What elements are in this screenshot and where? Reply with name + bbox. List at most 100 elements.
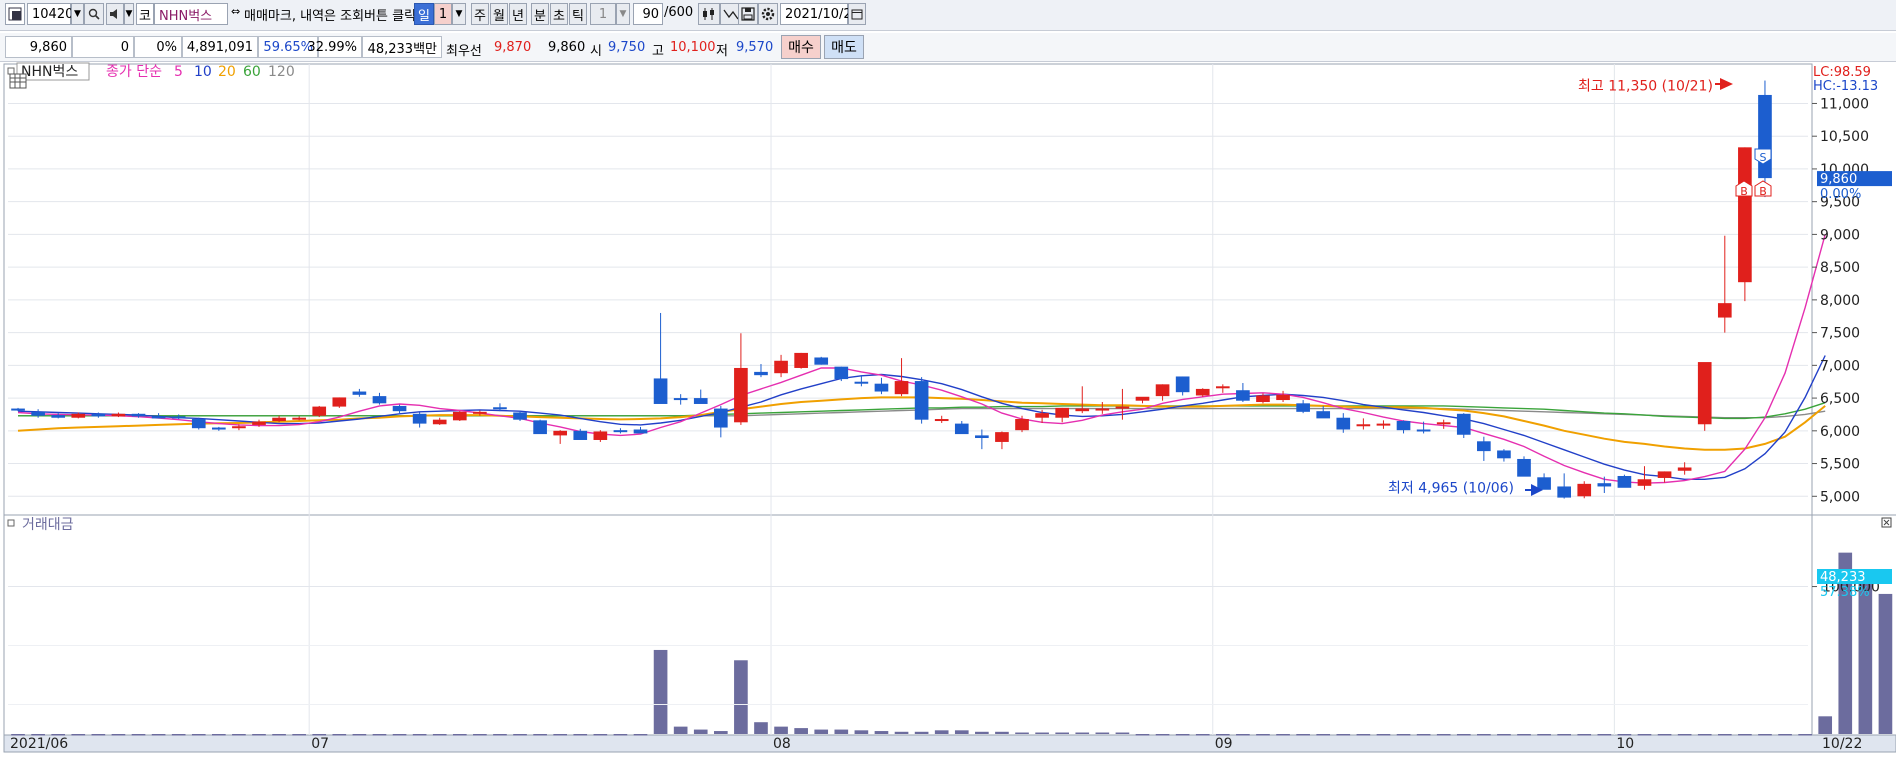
volume-bars — [11, 552, 1893, 736]
current-price-tag: 9,860 0.00% — [1817, 171, 1892, 202]
volume-bar — [734, 660, 748, 734]
volume-bar — [1537, 734, 1551, 736]
save-icon[interactable] — [738, 3, 758, 25]
candle-body — [252, 421, 266, 425]
candle-body — [673, 398, 688, 401]
candles — [11, 80, 1772, 499]
volume-bar — [794, 728, 808, 734]
y-tick-label: 7,500 — [1820, 326, 1860, 342]
volume-bar — [754, 722, 768, 734]
code-dropdown-icon[interactable]: ▼ — [71, 3, 84, 25]
period-minute-tab[interactable]: 분 — [531, 3, 549, 25]
legend-ma5: 5 — [174, 64, 183, 80]
mark-hint-text: 매매마크, 내역은 조회버튼 클릭 — [244, 9, 417, 24]
toolbar: 104200 ▼ ▼ 코 NHN벅스 ⇔ 매매마크, 내역은 조회버튼 클릭 일… — [0, 0, 1896, 31]
period-tick-tab[interactable]: 틱 — [569, 3, 587, 25]
candle-body — [91, 413, 106, 417]
period-dropdown-icon[interactable]: ▼ — [452, 3, 466, 25]
panel-close-icon[interactable] — [1881, 517, 1892, 528]
chart-menu-icon[interactable] — [5, 3, 25, 25]
volume-bar — [392, 734, 407, 736]
speaker-dropdown-icon[interactable]: ▼ — [124, 3, 134, 25]
volume-bar — [894, 731, 909, 734]
candle-body — [1256, 395, 1270, 403]
volume-bar — [1818, 716, 1833, 734]
legend-box-icon — [7, 67, 15, 75]
highest-price-annotation: 최고 11,350 (10/21) — [1578, 79, 1713, 95]
volume-bar — [1416, 734, 1431, 736]
candle-body — [553, 430, 568, 436]
range-input[interactable]: 90 — [633, 3, 663, 25]
buy-button[interactable]: 매수 — [781, 35, 821, 59]
period-week-tab[interactable]: 주 — [471, 3, 489, 25]
candle-body — [111, 413, 126, 417]
period-year-tab[interactable]: 년 — [509, 3, 527, 25]
stock-code-input[interactable]: 104200 — [27, 3, 82, 25]
low-label: 저 — [716, 44, 728, 59]
chart-area[interactable]: 11,000 10,500 10,000 9,500 9,000 8,500 8,000 7,… — [0, 62, 1896, 762]
gear-icon[interactable] — [758, 3, 778, 25]
candlestick-chart[interactable]: 11,00010,50010,0009,5009,0008,5008,0007,… — [0, 62, 1896, 762]
volume-bar — [1557, 734, 1571, 736]
y-tick-label: 5,000 — [1820, 489, 1860, 505]
candle-body — [954, 423, 969, 435]
volume-bar — [1497, 734, 1511, 736]
price-tag-percent: 0.00% — [1820, 187, 1861, 202]
volume-bar — [1577, 734, 1592, 736]
hc-value: HC:-13.13 — [1813, 79, 1878, 94]
search-icon[interactable] — [84, 3, 104, 25]
buy-marker-icon[interactable]: B B — [1735, 180, 1772, 198]
period-second-tab[interactable]: 초 — [550, 3, 568, 25]
period-month-tab[interactable]: 월 — [490, 3, 508, 25]
volume-bar — [713, 731, 728, 734]
candle-body — [653, 378, 668, 404]
candle-type-icon[interactable] — [698, 3, 720, 25]
volume-bar — [111, 734, 126, 736]
volume-bar — [452, 734, 467, 736]
candle-body — [1075, 408, 1090, 412]
volume-bar — [1517, 734, 1531, 736]
volume-bar — [1637, 734, 1652, 736]
candle-body — [171, 416, 186, 419]
stock-name-field[interactable]: NHN벅스 — [154, 3, 228, 25]
speaker-icon[interactable] — [106, 3, 124, 25]
volume-bar — [573, 734, 588, 736]
candle-body — [31, 411, 45, 416]
candle-body — [894, 381, 909, 395]
candle-body — [1175, 376, 1190, 393]
interval-dropdown-icon[interactable]: ▼ — [616, 3, 630, 25]
candle-body — [975, 435, 989, 439]
moving-averages — [17, 234, 1826, 484]
ratio-2: 32.99% — [307, 36, 362, 58]
candle-body — [593, 431, 608, 440]
volume-bar — [151, 734, 166, 736]
volume-bar — [673, 726, 688, 734]
calendar-icon[interactable] — [848, 3, 866, 25]
y-tick-label: 8,500 — [1820, 260, 1860, 276]
candle-body — [1155, 384, 1170, 397]
best-quote-label: 최우선 — [446, 44, 482, 59]
open-label: 시 — [590, 44, 602, 59]
candle-body — [1677, 467, 1692, 471]
candle-body — [312, 406, 327, 416]
grid-toggle-icon[interactable] — [9, 73, 27, 89]
candle-body — [392, 405, 407, 412]
volume-bar — [91, 734, 106, 736]
candle-body — [452, 411, 467, 421]
volume-bar — [412, 734, 427, 736]
period-day-tab[interactable]: 일 — [414, 3, 434, 25]
interval-field[interactable]: 1 — [590, 3, 616, 25]
legend-stock-name: NHN벅스 — [21, 64, 78, 80]
x-tick-label: 10 — [1616, 736, 1634, 752]
candle-body — [713, 408, 728, 428]
candle-body — [693, 398, 708, 404]
legend-ma20: 20 — [218, 64, 236, 80]
candle-body — [1015, 419, 1029, 431]
sell-button[interactable]: 매도 — [824, 35, 864, 59]
y-tick-label: 6,000 — [1820, 424, 1860, 440]
volume-bar — [934, 730, 949, 734]
period-count-field[interactable]: 1 — [434, 3, 452, 25]
candle-body — [794, 352, 808, 368]
candle-body — [1296, 403, 1310, 412]
date-field[interactable]: 2021/10/22 — [780, 3, 860, 25]
